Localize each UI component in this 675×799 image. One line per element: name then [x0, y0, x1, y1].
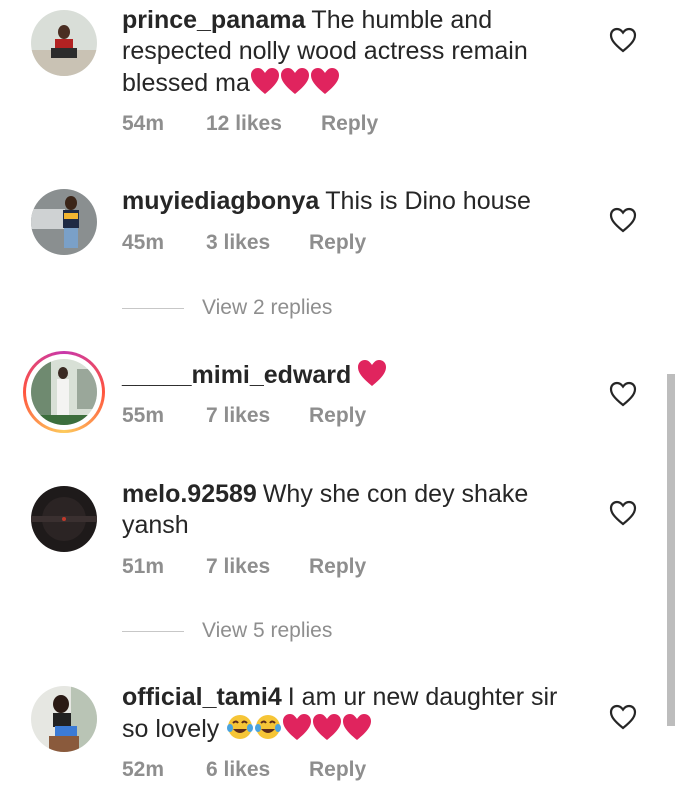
view-replies-button[interactable]: View 5 replies: [122, 619, 332, 643]
reply-button[interactable]: Reply: [309, 555, 366, 579]
comment-username[interactable]: melo.92589: [122, 480, 257, 508]
comment-time: 51m: [122, 555, 165, 578]
like-heart-icon[interactable]: [609, 381, 637, 407]
comment-likes[interactable]: 6 likes: [206, 758, 309, 782]
comment-likes[interactable]: 3 likes: [206, 231, 309, 255]
comment-username[interactable]: muyiediagbonya: [122, 187, 319, 215]
heart-emoji: [310, 67, 340, 103]
comment-username[interactable]: prince_panama: [122, 6, 305, 34]
avatar[interactable]: [31, 189, 97, 255]
view-replies-button[interactable]: View 2 replies: [122, 296, 332, 320]
avatar[interactable]: [31, 486, 97, 552]
heart-emoji: [357, 359, 387, 395]
view-replies-label: View 5 replies: [202, 619, 333, 642]
divider-line: [122, 307, 184, 309]
comment-body: This is Dino house: [325, 187, 531, 215]
scrollbar[interactable]: [667, 374, 675, 726]
tears-of-joy-emoji: [226, 713, 254, 749]
avatar[interactable]: [31, 686, 97, 752]
view-replies-label: View 2 replies: [202, 296, 333, 319]
story-ring[interactable]: [23, 351, 105, 433]
comment-text: melo.92589 Why she con dey shake yansh: [122, 479, 582, 541]
reply-button[interactable]: Reply: [309, 404, 366, 428]
comment-username[interactable]: _____mimi_edward: [122, 361, 351, 389]
avatar[interactable]: [31, 10, 97, 76]
like-heart-icon[interactable]: [609, 27, 637, 53]
comment-time: 54m: [122, 112, 165, 135]
heart-emoji: [342, 713, 372, 749]
comment-text: _____mimi_edward: [122, 359, 582, 395]
comment-likes[interactable]: 7 likes: [206, 404, 309, 428]
comment-text: prince_panama The humble and respected no…: [122, 5, 582, 103]
comment-likes[interactable]: 7 likes: [206, 555, 309, 579]
reply-button[interactable]: Reply: [309, 231, 366, 255]
comment-time: 55m: [122, 404, 165, 427]
heart-emoji: [250, 67, 280, 103]
like-heart-icon[interactable]: [609, 500, 637, 526]
avatar: [31, 359, 97, 425]
reply-button[interactable]: Reply: [309, 758, 366, 782]
comment-text: official_tami4 I am ur new daughter sir s…: [122, 682, 582, 749]
tears-of-joy-emoji: [254, 713, 282, 749]
comment-text: muyiediagbonya This is Dino house: [122, 186, 582, 217]
like-heart-icon[interactable]: [609, 704, 637, 730]
heart-emoji: [282, 713, 312, 749]
divider-line: [122, 630, 184, 632]
reply-button[interactable]: Reply: [321, 112, 378, 136]
comment-username[interactable]: official_tami4: [122, 683, 282, 711]
heart-emoji: [280, 67, 310, 103]
comment-likes[interactable]: 12 likes: [206, 112, 321, 136]
heart-emoji: [312, 713, 342, 749]
comment-time: 45m: [122, 231, 165, 254]
like-heart-icon[interactable]: [609, 207, 637, 233]
comment-time: 52m: [122, 758, 165, 781]
